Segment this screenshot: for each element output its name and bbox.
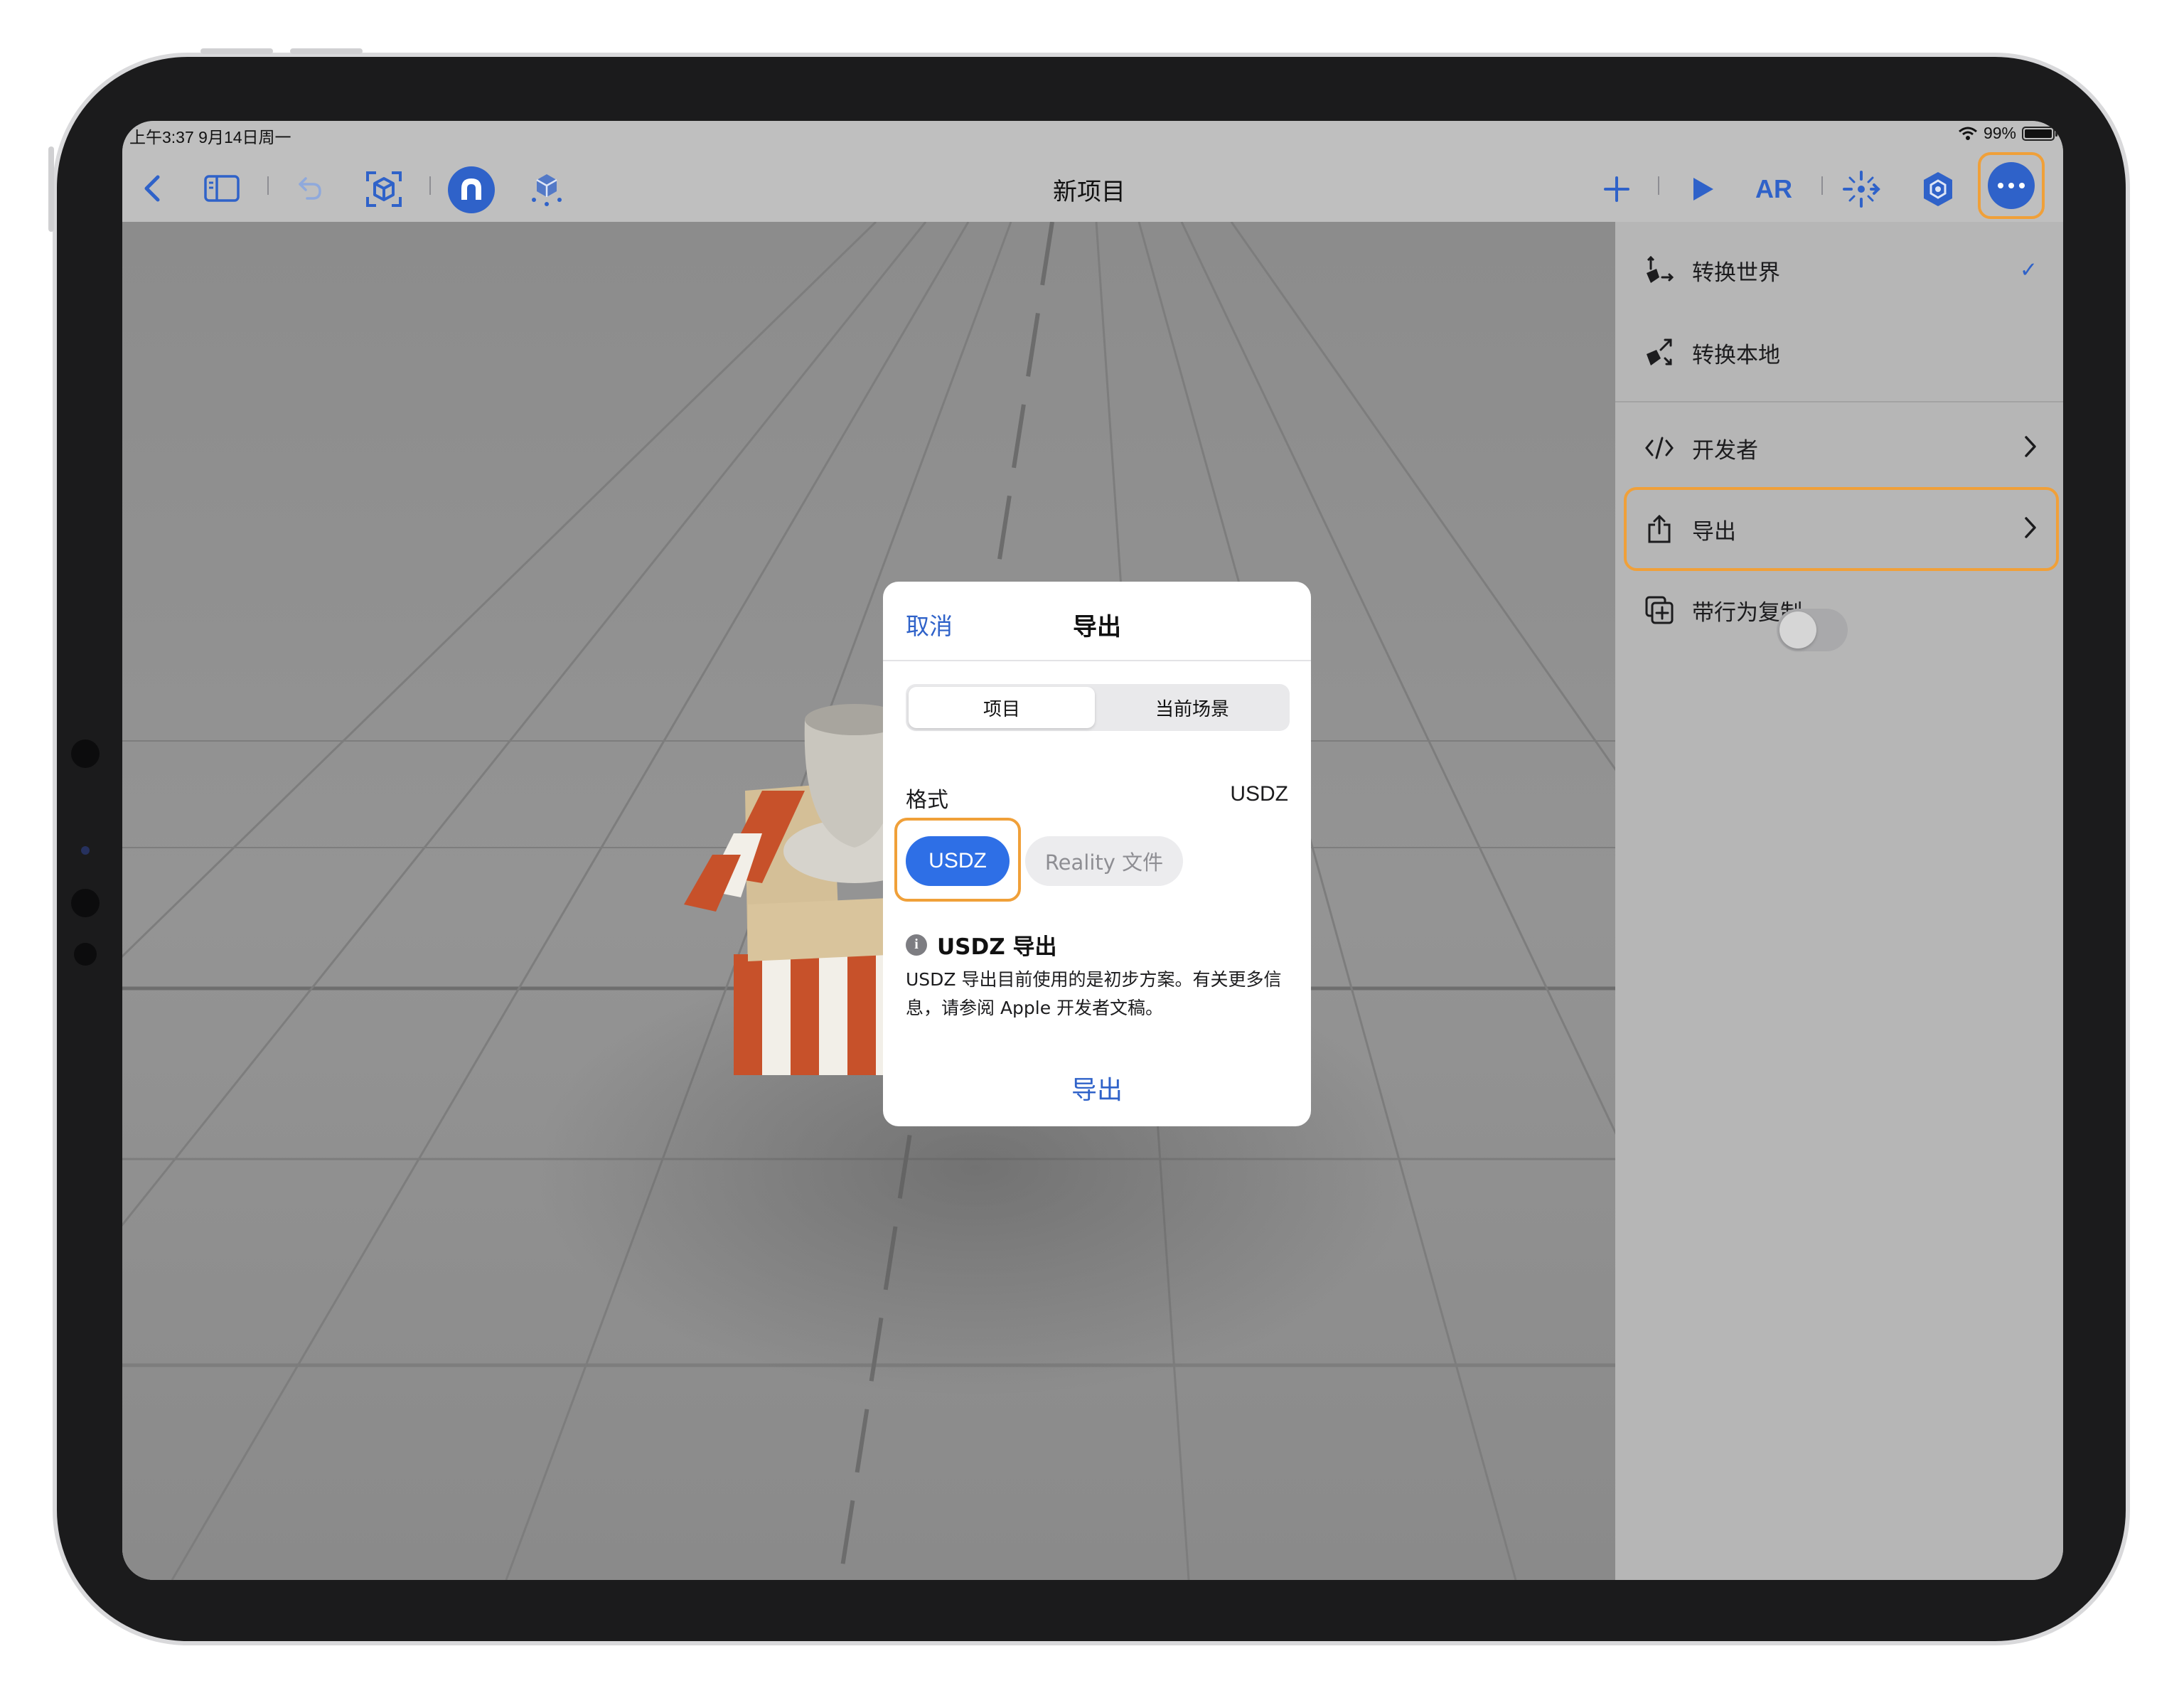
info-title: USDZ 导出 — [937, 934, 1057, 960]
toolbar-separator — [429, 176, 431, 195]
menu-item-label: 开发者 — [1692, 437, 1758, 464]
duplicate-toggle[interactable] — [1777, 609, 1848, 651]
scene-viewport[interactable] — [122, 222, 1615, 1580]
info-icon: i — [906, 934, 927, 956]
add-icon[interactable] — [1600, 172, 1634, 206]
format-label: 格式 — [906, 788, 948, 813]
options-menu: 转换世界 ✓ 转换本地 开发者 导出 带行为复制 — [1615, 222, 2063, 1580]
scope-segmented-control: 项目 当前场景 — [906, 684, 1290, 731]
object-capture-icon[interactable] — [364, 169, 404, 209]
side-button — [48, 146, 54, 232]
export-button[interactable]: 导出 — [883, 1069, 1311, 1106]
camera-sensor — [71, 889, 100, 917]
camera-sensor — [74, 943, 97, 966]
transform-local-icon — [1644, 337, 1675, 368]
dialog-header: 导出 取消 — [883, 582, 1311, 661]
menu-item-label: 转换世界 — [1692, 260, 1780, 286]
play-icon[interactable] — [1685, 172, 1719, 206]
segment-current-scene[interactable]: 当前场景 — [1098, 687, 1287, 728]
menu-item-transform-world[interactable]: 转换世界 ✓ — [1615, 229, 2063, 311]
ar-label: AR — [1755, 174, 1792, 203]
menu-item-developer[interactable]: 开发者 — [1615, 407, 2063, 489]
code-icon — [1644, 432, 1675, 464]
segment-project[interactable]: 项目 — [909, 687, 1095, 728]
format-value: USDZ — [1230, 782, 1288, 806]
toolbar-separator — [267, 176, 269, 195]
chevron-right-icon — [2023, 516, 2038, 543]
share-icon — [1644, 513, 1675, 545]
transform-world-icon — [1644, 255, 1675, 286]
menu-item-label: 转换本地 — [1692, 342, 1780, 368]
transform-icon[interactable] — [1840, 168, 1883, 210]
more-button-highlight — [1978, 152, 2045, 219]
top-button — [200, 48, 273, 54]
status-indicators: 99% — [1958, 124, 2057, 143]
menu-item-export[interactable]: 导出 — [1615, 488, 2063, 570]
duplicate-icon — [1644, 594, 1675, 626]
menu-item-label: 导出 — [1692, 518, 1736, 545]
back-chevron-icon[interactable] — [138, 171, 166, 206]
sidebar-toggle-icon[interactable] — [202, 173, 242, 203]
screen: 上午3:37 9月14日周一 99% 新项目 AR 转换世界 ✓ 转换本地 开发… — [122, 121, 2063, 1580]
more-options-icon[interactable] — [1988, 162, 2035, 209]
gear-icon[interactable] — [1917, 168, 1959, 210]
menu-item-transform-local[interactable]: 转换本地 — [1615, 311, 2063, 394]
battery-percent: 99% — [1983, 124, 2016, 142]
scene-canvas — [122, 222, 1615, 1580]
navigation-bar: 上午3:37 9月14日周一 99% 新项目 AR — [122, 121, 2063, 222]
top-button — [290, 48, 363, 54]
info-description: USDZ 导出目前使用的是初步方案。有关更多信息，请参阅 Apple 开发者文稿… — [906, 969, 1282, 1018]
reality-file-format-chip[interactable]: Reality 文件 — [1025, 836, 1183, 886]
ar-button[interactable]: AR — [1750, 171, 1797, 208]
cancel-button[interactable]: 取消 — [906, 607, 953, 641]
chevron-right-icon — [2023, 434, 2038, 461]
menu-item-duplicate-with-behaviors: 带行为复制 — [1615, 569, 2063, 651]
status-time: 上午3:37 9月14日周一 — [129, 128, 291, 146]
menu-divider — [1615, 401, 2063, 402]
camera-sensor — [71, 739, 100, 768]
usdz-format-chip[interactable]: USDZ — [906, 836, 1010, 886]
document-title[interactable]: 新项目 — [997, 172, 1182, 207]
battery-icon — [2022, 126, 2057, 141]
toolbar-separator — [1658, 176, 1659, 195]
info-heading: i USDZ 导出 — [906, 929, 1057, 961]
camera-lens — [81, 846, 90, 855]
wifi-icon — [1958, 127, 1977, 140]
physics-icon[interactable] — [526, 168, 567, 209]
snap-magnet-icon[interactable] — [446, 165, 496, 215]
undo-icon[interactable] — [294, 173, 326, 203]
export-dialog: 导出 取消 项目 当前场景 格式 USDZ USDZ Reality 文件 i … — [883, 582, 1311, 1126]
toolbar-separator — [1821, 176, 1823, 195]
checkmark-icon: ✓ — [2019, 257, 2038, 283]
